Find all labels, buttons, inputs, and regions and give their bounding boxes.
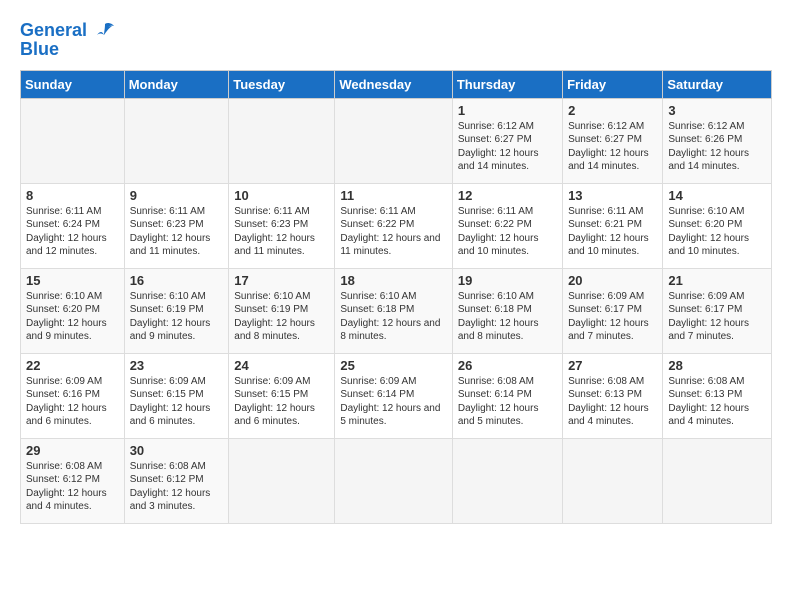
day-info: Sunrise: 6:09 AMSunset: 6:15 PMDaylight:… <box>234 375 329 429</box>
calendar-cell <box>21 98 125 183</box>
logo-blue: Blue <box>20 40 116 60</box>
calendar-cell: 10 Sunrise: 6:11 AMSunset: 6:23 PMDaylig… <box>229 183 335 268</box>
day-number: 13 <box>568 188 657 203</box>
calendar-cell: 11 Sunrise: 6:11 AMSunset: 6:22 PMDaylig… <box>335 183 453 268</box>
day-info: Sunrise: 6:11 AMSunset: 6:23 PMDaylight:… <box>234 205 329 259</box>
calendar-cell: 20 Sunrise: 6:09 AMSunset: 6:17 PMDaylig… <box>563 268 663 353</box>
day-info: Sunrise: 6:09 AMSunset: 6:17 PMDaylight:… <box>568 290 657 344</box>
calendar-cell: 3 Sunrise: 6:12 AMSunset: 6:26 PMDayligh… <box>663 98 772 183</box>
weekday-header-thursday: Thursday <box>452 70 562 98</box>
weekday-header-monday: Monday <box>124 70 229 98</box>
day-number: 25 <box>340 358 447 373</box>
calendar-cell: 30 Sunrise: 6:08 AMSunset: 6:12 PMDaylig… <box>124 438 229 523</box>
day-number: 17 <box>234 273 329 288</box>
day-info: Sunrise: 6:12 AMSunset: 6:27 PMDaylight:… <box>458 120 557 174</box>
calendar-cell <box>663 438 772 523</box>
day-number: 29 <box>26 443 119 458</box>
calendar-cell <box>335 438 453 523</box>
day-number: 27 <box>568 358 657 373</box>
day-info: Sunrise: 6:11 AMSunset: 6:24 PMDaylight:… <box>26 205 119 259</box>
calendar-cell: 8 Sunrise: 6:11 AMSunset: 6:24 PMDayligh… <box>21 183 125 268</box>
day-number: 2 <box>568 103 657 118</box>
calendar-cell: 1 Sunrise: 6:12 AMSunset: 6:27 PMDayligh… <box>452 98 562 183</box>
calendar-cell: 26 Sunrise: 6:08 AMSunset: 6:14 PMDaylig… <box>452 353 562 438</box>
calendar-cell: 17 Sunrise: 6:10 AMSunset: 6:19 PMDaylig… <box>229 268 335 353</box>
day-info: Sunrise: 6:11 AMSunset: 6:21 PMDaylight:… <box>568 205 657 259</box>
calendar-cell: 12 Sunrise: 6:11 AMSunset: 6:22 PMDaylig… <box>452 183 562 268</box>
calendar-cell: 14 Sunrise: 6:10 AMSunset: 6:20 PMDaylig… <box>663 183 772 268</box>
day-info: Sunrise: 6:11 AMSunset: 6:22 PMDaylight:… <box>340 205 447 259</box>
day-number: 19 <box>458 273 557 288</box>
day-number: 3 <box>668 103 766 118</box>
weekday-header-tuesday: Tuesday <box>229 70 335 98</box>
day-info: Sunrise: 6:09 AMSunset: 6:16 PMDaylight:… <box>26 375 119 429</box>
logo: General Blue <box>20 20 116 60</box>
day-info: Sunrise: 6:09 AMSunset: 6:17 PMDaylight:… <box>668 290 766 344</box>
calendar-cell <box>563 438 663 523</box>
day-info: Sunrise: 6:10 AMSunset: 6:18 PMDaylight:… <box>340 290 447 344</box>
calendar-table: SundayMondayTuesdayWednesdayThursdayFrid… <box>20 70 772 524</box>
calendar-cell <box>452 438 562 523</box>
day-number: 23 <box>130 358 224 373</box>
day-info: Sunrise: 6:08 AMSunset: 6:12 PMDaylight:… <box>130 460 224 514</box>
day-info: Sunrise: 6:12 AMSunset: 6:27 PMDaylight:… <box>568 120 657 174</box>
day-info: Sunrise: 6:08 AMSunset: 6:14 PMDaylight:… <box>458 375 557 429</box>
calendar-cell <box>124 98 229 183</box>
day-number: 18 <box>340 273 447 288</box>
logo-general: General <box>20 20 87 40</box>
day-info: Sunrise: 6:10 AMSunset: 6:20 PMDaylight:… <box>26 290 119 344</box>
calendar-cell: 15 Sunrise: 6:10 AMSunset: 6:20 PMDaylig… <box>21 268 125 353</box>
day-number: 8 <box>26 188 119 203</box>
day-info: Sunrise: 6:10 AMSunset: 6:20 PMDaylight:… <box>668 205 766 259</box>
day-info: Sunrise: 6:08 AMSunset: 6:13 PMDaylight:… <box>568 375 657 429</box>
calendar-cell: 24 Sunrise: 6:09 AMSunset: 6:15 PMDaylig… <box>229 353 335 438</box>
day-number: 11 <box>340 188 447 203</box>
calendar-cell: 28 Sunrise: 6:08 AMSunset: 6:13 PMDaylig… <box>663 353 772 438</box>
day-number: 1 <box>458 103 557 118</box>
day-info: Sunrise: 6:09 AMSunset: 6:15 PMDaylight:… <box>130 375 224 429</box>
day-info: Sunrise: 6:08 AMSunset: 6:12 PMDaylight:… <box>26 460 119 514</box>
day-number: 28 <box>668 358 766 373</box>
day-number: 24 <box>234 358 329 373</box>
day-info: Sunrise: 6:11 AMSunset: 6:22 PMDaylight:… <box>458 205 557 259</box>
day-number: 16 <box>130 273 224 288</box>
weekday-header-sunday: Sunday <box>21 70 125 98</box>
day-number: 26 <box>458 358 557 373</box>
day-info: Sunrise: 6:09 AMSunset: 6:14 PMDaylight:… <box>340 375 447 429</box>
calendar-cell: 29 Sunrise: 6:08 AMSunset: 6:12 PMDaylig… <box>21 438 125 523</box>
day-number: 22 <box>26 358 119 373</box>
calendar-cell: 18 Sunrise: 6:10 AMSunset: 6:18 PMDaylig… <box>335 268 453 353</box>
weekday-header-friday: Friday <box>563 70 663 98</box>
calendar-cell: 21 Sunrise: 6:09 AMSunset: 6:17 PMDaylig… <box>663 268 772 353</box>
calendar-cell <box>335 98 453 183</box>
day-info: Sunrise: 6:10 AMSunset: 6:18 PMDaylight:… <box>458 290 557 344</box>
day-number: 30 <box>130 443 224 458</box>
day-info: Sunrise: 6:10 AMSunset: 6:19 PMDaylight:… <box>234 290 329 344</box>
day-info: Sunrise: 6:12 AMSunset: 6:26 PMDaylight:… <box>668 120 766 174</box>
calendar-cell <box>229 438 335 523</box>
logo-bird-icon <box>94 20 116 42</box>
day-number: 15 <box>26 273 119 288</box>
weekday-header-saturday: Saturday <box>663 70 772 98</box>
day-number: 10 <box>234 188 329 203</box>
calendar-cell: 27 Sunrise: 6:08 AMSunset: 6:13 PMDaylig… <box>563 353 663 438</box>
day-number: 21 <box>668 273 766 288</box>
day-info: Sunrise: 6:11 AMSunset: 6:23 PMDaylight:… <box>130 205 224 259</box>
calendar-cell: 23 Sunrise: 6:09 AMSunset: 6:15 PMDaylig… <box>124 353 229 438</box>
calendar-cell: 22 Sunrise: 6:09 AMSunset: 6:16 PMDaylig… <box>21 353 125 438</box>
weekday-header-wednesday: Wednesday <box>335 70 453 98</box>
day-info: Sunrise: 6:10 AMSunset: 6:19 PMDaylight:… <box>130 290 224 344</box>
calendar-cell: 13 Sunrise: 6:11 AMSunset: 6:21 PMDaylig… <box>563 183 663 268</box>
day-info: Sunrise: 6:08 AMSunset: 6:13 PMDaylight:… <box>668 375 766 429</box>
calendar-cell: 2 Sunrise: 6:12 AMSunset: 6:27 PMDayligh… <box>563 98 663 183</box>
calendar-cell: 16 Sunrise: 6:10 AMSunset: 6:19 PMDaylig… <box>124 268 229 353</box>
calendar-cell: 9 Sunrise: 6:11 AMSunset: 6:23 PMDayligh… <box>124 183 229 268</box>
calendar-cell: 25 Sunrise: 6:09 AMSunset: 6:14 PMDaylig… <box>335 353 453 438</box>
day-number: 14 <box>668 188 766 203</box>
calendar-cell <box>229 98 335 183</box>
calendar-cell: 19 Sunrise: 6:10 AMSunset: 6:18 PMDaylig… <box>452 268 562 353</box>
day-number: 20 <box>568 273 657 288</box>
day-number: 12 <box>458 188 557 203</box>
day-number: 9 <box>130 188 224 203</box>
